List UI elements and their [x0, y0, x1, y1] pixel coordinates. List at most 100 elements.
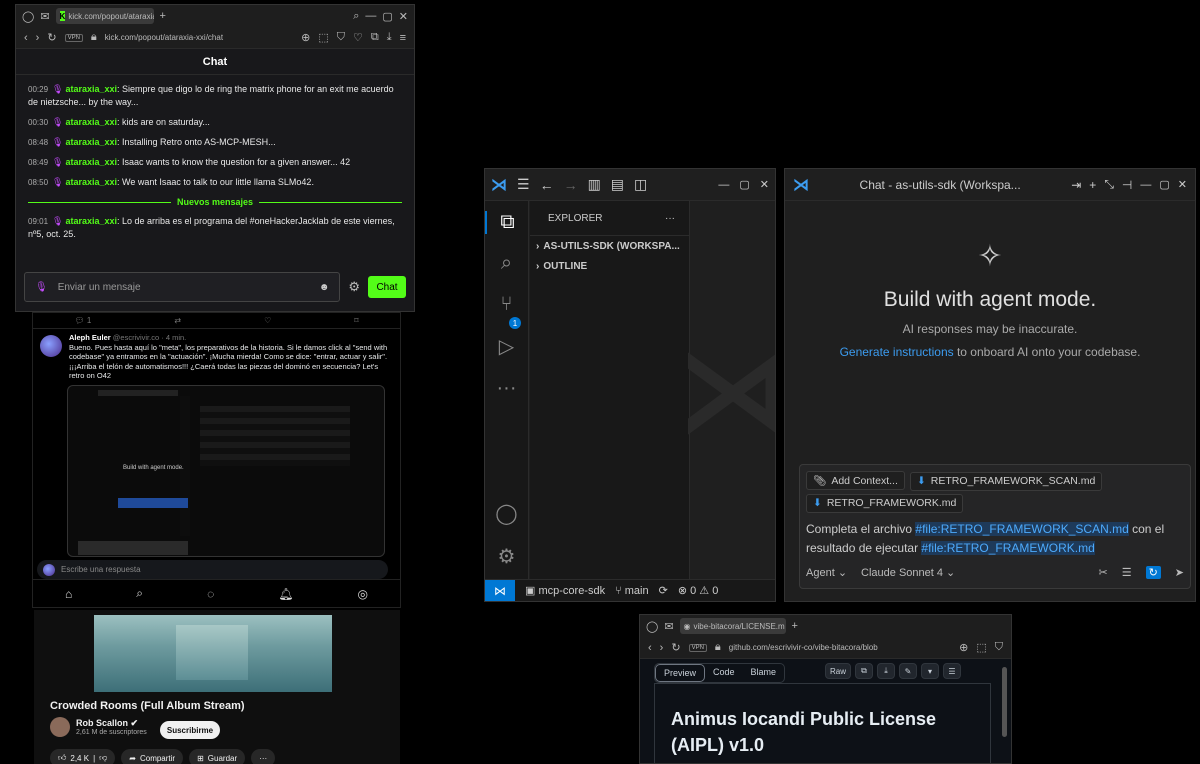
- message-user[interactable]: ataraxia_xxi: [65, 117, 117, 127]
- file-reference[interactable]: #file:RETRO_FRAMEWORK.md: [921, 540, 1095, 555]
- settings-icon[interactable]: ⚙: [348, 279, 360, 295]
- outline-section[interactable]: › OUTLINE: [530, 256, 689, 277]
- channel-avatar[interactable]: [50, 717, 70, 737]
- browser-tab[interactable]: K kick.com/popout/ataraxia: [55, 8, 154, 24]
- generate-instructions-link[interactable]: Generate instructions: [840, 345, 954, 359]
- chat-input[interactable]: 🎙︎ Enviar un mensaje ☻: [24, 272, 341, 302]
- repo-status[interactable]: ▣ mcp-core-sdk: [525, 584, 605, 597]
- context-chip[interactable]: ⬇ RETRO_FRAMEWORK_SCAN.md: [909, 471, 1103, 491]
- reload-icon[interactable]: ↻: [671, 641, 680, 654]
- new-tab-icon[interactable]: +: [160, 10, 166, 22]
- url-text[interactable]: kick.com/popout/ataraxia-xxi/chat: [105, 33, 293, 42]
- file-reference[interactable]: #file:RETRO_FRAMEWORK_SCAN.md: [915, 521, 1129, 536]
- author-name[interactable]: Aleph Euler: [69, 333, 111, 342]
- author-handle[interactable]: @escrivivir.co: [113, 333, 159, 342]
- explorer-icon[interactable]: ⧉: [485, 211, 528, 234]
- profile-icon[interactable]: ◎: [358, 587, 368, 601]
- chat-send-button[interactable]: Chat: [368, 276, 406, 298]
- close-icon[interactable]: ✕: [1178, 178, 1187, 191]
- heart-icon[interactable]: ♡: [353, 31, 363, 44]
- back-icon[interactable]: ‹: [24, 32, 28, 44]
- shield-icon[interactable]: ⛉: [337, 31, 345, 44]
- problems-status[interactable]: ⊗ 0 ⚠ 0: [678, 584, 719, 597]
- extensions-more-icon[interactable]: ···: [497, 377, 517, 400]
- chat-input-placeholder[interactable]: Enviar un mensaje: [58, 282, 309, 293]
- source-control-icon[interactable]: ⑂: [501, 293, 513, 316]
- save-button[interactable]: ⊞ Guardar: [189, 749, 246, 764]
- context-chip[interactable]: ⬇ RETRO_FRAMEWORK.md: [806, 493, 964, 513]
- search-icon[interactable]: ⌕: [136, 586, 143, 601]
- add-context-button[interactable]: 📎︎ Add Context...: [806, 471, 905, 490]
- notifications-icon[interactable]: 🔔︎: [278, 587, 293, 601]
- message-user[interactable]: ataraxia_xxi: [65, 137, 117, 147]
- messenger-icon[interactable]: ✉: [40, 10, 49, 23]
- sync-icon[interactable]: ⟳: [659, 584, 668, 597]
- mode-picker[interactable]: Agent ⌄: [806, 566, 847, 579]
- panel-icon[interactable]: ▤: [611, 176, 624, 193]
- close-icon[interactable]: ✕: [399, 10, 408, 23]
- messenger-icon[interactable]: ✉: [664, 620, 673, 633]
- vpn-badge[interactable]: VPN: [64, 33, 83, 42]
- menu-icon[interactable]: ☰: [517, 176, 530, 193]
- search-icon[interactable]: ⌕: [501, 252, 512, 275]
- snapshot-icon[interactable]: ⬚: [318, 31, 328, 44]
- repost-icon[interactable]: ⇄: [174, 316, 181, 325]
- maximize-icon[interactable]: ▢: [382, 10, 392, 23]
- download-icon[interactable]: ⤓: [877, 663, 895, 679]
- like-button[interactable]: 👍︎ 2,4 K | 👎︎: [50, 749, 116, 764]
- new-tab-icon[interactable]: +: [792, 620, 798, 632]
- tab-code[interactable]: Code: [705, 664, 743, 682]
- tab-preview[interactable]: Preview: [655, 664, 706, 682]
- share-button[interactable]: ➦ Compartir: [121, 749, 184, 764]
- back-icon[interactable]: ←: [540, 177, 554, 193]
- model-picker[interactable]: Claude Sonnet 4 ⌄: [861, 566, 955, 579]
- home-icon[interactable]: ⌂: [65, 587, 72, 601]
- scrollbar[interactable]: [1002, 667, 1007, 737]
- layout-icon[interactable]: ▥: [588, 176, 601, 193]
- back-icon[interactable]: ‹: [648, 642, 652, 654]
- list-icon[interactable]: ☰: [1122, 566, 1132, 579]
- reply-placeholder[interactable]: Escribe una respuesta: [61, 565, 141, 574]
- move-panel-icon[interactable]: ⇥: [1071, 178, 1081, 192]
- message-user[interactable]: ataraxia_xxi: [65, 157, 117, 167]
- zoom-icon[interactable]: ⊕: [959, 641, 968, 654]
- forward-icon[interactable]: ›: [660, 642, 664, 654]
- channel-name[interactable]: Rob Scallon: [76, 718, 128, 728]
- chat-prompt[interactable]: Completa el archivo #file:RETRO_FRAMEWOR…: [806, 520, 1184, 558]
- bookmark-icon[interactable]: ⌑: [354, 316, 358, 325]
- vpn-badge[interactable]: VPN: [688, 643, 707, 652]
- url-text[interactable]: github.com/escrivivir-co/vibe-bitacora/b…: [729, 643, 951, 652]
- minimize-icon[interactable]: —: [1140, 179, 1151, 191]
- settings-gear-icon[interactable]: ⚙: [498, 544, 516, 569]
- like-icon[interactable]: ♡: [264, 316, 271, 325]
- message-user[interactable]: ataraxia_xxi: [65, 216, 117, 226]
- outline-icon[interactable]: ☰: [943, 663, 961, 679]
- explorer-more-button[interactable]: ···: [665, 213, 675, 224]
- maximize-icon[interactable]: ▢: [739, 178, 749, 191]
- mic-icon[interactable]: 🎙︎: [35, 282, 48, 293]
- video-player[interactable]: [94, 615, 332, 692]
- run-debug-icon[interactable]: ▷: [499, 334, 514, 359]
- minimize-icon[interactable]: —: [365, 10, 376, 22]
- close-icon[interactable]: ✕: [760, 178, 769, 191]
- subscribe-button[interactable]: Suscribirme: [160, 721, 220, 739]
- workspace-section[interactable]: › AS-UTILS-SDK (WORKSPA...: [530, 235, 689, 256]
- opera-icon[interactable]: ◯: [22, 10, 34, 23]
- chat-input-box[interactable]: 📎︎ Add Context... ⬇ RETRO_FRAMEWORK_SCAN.m…: [799, 464, 1191, 589]
- search-icon[interactable]: ⌕: [353, 10, 359, 23]
- split-icon[interactable]: ◫: [634, 176, 647, 193]
- branch-status[interactable]: ⑂ main: [615, 585, 649, 597]
- tab-blame[interactable]: Blame: [743, 664, 785, 682]
- message-user[interactable]: ataraxia_xxi: [65, 84, 117, 94]
- menu-icon[interactable]: ≡: [400, 32, 406, 44]
- download-icon[interactable]: ⤓: [387, 31, 392, 44]
- message-user[interactable]: ataraxia_xxi: [65, 177, 117, 187]
- collapse-icon[interactable]: ⤡: [1104, 177, 1114, 192]
- new-chat-icon[interactable]: +: [1089, 178, 1096, 192]
- remote-icon[interactable]: ⋈: [485, 579, 515, 601]
- zoom-icon[interactable]: ⊕: [301, 31, 310, 44]
- more-button[interactable]: ···: [251, 749, 276, 764]
- browser-tab[interactable]: ◉ vibe-bitacora/LICENSE.m: [679, 618, 786, 634]
- account-icon[interactable]: ◯: [495, 501, 517, 526]
- extensions-icon[interactable]: ⧉: [371, 31, 379, 44]
